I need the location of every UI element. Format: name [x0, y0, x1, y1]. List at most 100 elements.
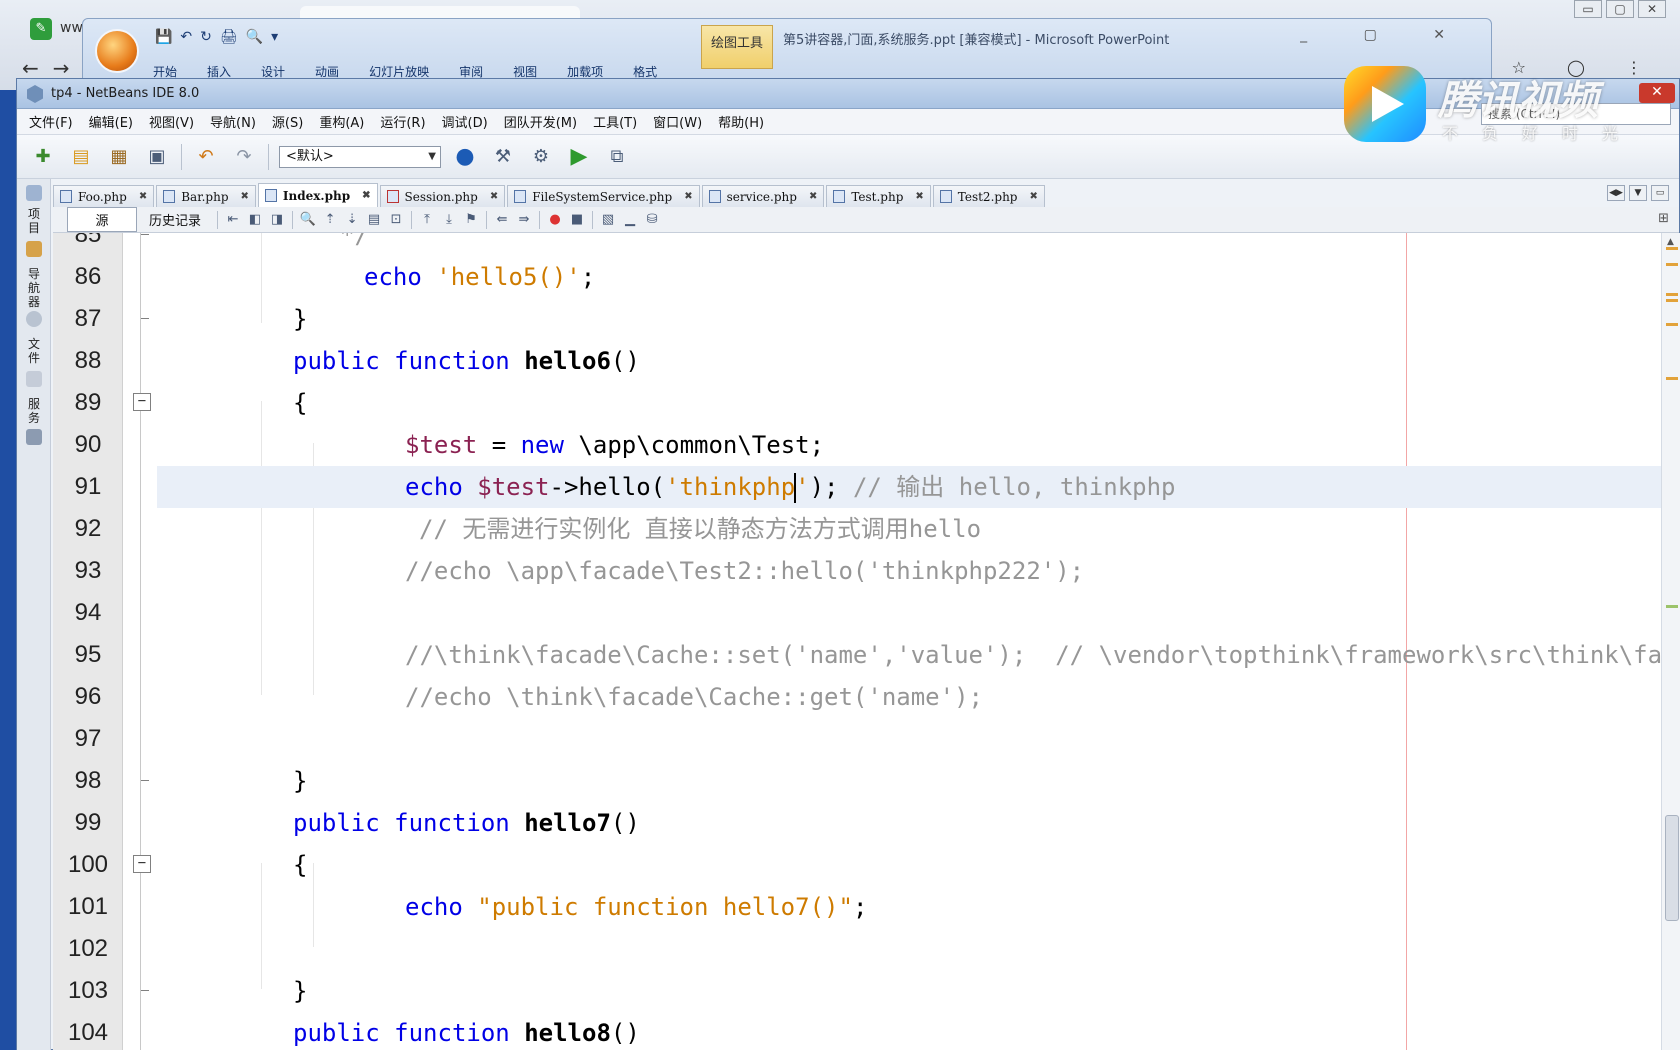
start-macro-icon[interactable]: ●	[544, 212, 566, 227]
find-previous-icon[interactable]: ⇡	[319, 212, 341, 227]
run-icon[interactable]: ▶	[565, 143, 593, 171]
tab-index-php[interactable]: Index.php ✖	[257, 183, 378, 207]
navigator-icon[interactable]	[26, 311, 42, 327]
scroll-tabs-left-icon[interactable]: ◀▶	[1607, 185, 1625, 201]
code-line[interactable]: 104 public function hello8()	[53, 1012, 1661, 1050]
services-icon[interactable]	[26, 429, 42, 445]
browser-globe-icon[interactable]: ●	[451, 143, 479, 171]
code-line[interactable]: 87 }	[53, 298, 1661, 340]
tab-foo-php[interactable]: Foo.php ✖	[53, 185, 155, 207]
menu-team[interactable]: 团队开发(M)	[502, 110, 579, 133]
comment-icon[interactable]: ▁	[619, 212, 641, 227]
menu-view[interactable]: 视图(V)	[147, 110, 196, 133]
code-line[interactable]: 99 public function hello7()	[53, 802, 1661, 844]
debug-icon[interactable]: ⧉	[603, 143, 631, 171]
search-input[interactable]: 搜索 (Ctrl+I)	[1481, 103, 1671, 125]
code-line[interactable]: 102	[53, 928, 1661, 970]
quick-access-toolbar[interactable]: 💾↶↻🖨🔍▾	[155, 29, 286, 45]
error-stripe-marker[interactable]	[1666, 377, 1678, 380]
error-stripe-marker[interactable]	[1666, 293, 1678, 296]
tab-session-php[interactable]: Session.php ✖	[379, 185, 506, 207]
menu-help[interactable]: 帮助(H)	[716, 110, 766, 133]
error-stripe-marker[interactable]	[1666, 247, 1678, 250]
browser-right-icons[interactable]: ☆ ◯ ⋮	[1512, 58, 1660, 77]
code-line[interactable]: 92 // 无需进行实例化 直接以静态方法方式调用hello	[53, 508, 1661, 550]
undo-icon[interactable]: ↶	[192, 143, 220, 171]
menu-debug[interactable]: 调试(D)	[440, 110, 490, 133]
close-icon[interactable]: ✖	[915, 191, 923, 202]
menu-run[interactable]: 运行(R)	[378, 110, 427, 133]
scroll-thumb[interactable]	[1665, 815, 1679, 921]
next-bookmark-icon[interactable]: ⤓	[438, 212, 460, 227]
code-line[interactable]: 89 − {	[53, 382, 1661, 424]
save-all-icon[interactable]: ▣	[143, 143, 171, 171]
menu-navigate[interactable]: 导航(N)	[208, 110, 258, 133]
menu-file[interactable]: 文件(F)	[27, 110, 75, 133]
shift-left-icon[interactable]: ⇚	[491, 212, 513, 227]
side-tab-projects[interactable]: 项目	[25, 207, 43, 235]
code-line[interactable]: 98 }	[53, 760, 1661, 802]
back-icon[interactable]: ◧	[244, 212, 266, 227]
code-line[interactable]: 86 echo 'hello5()';	[53, 256, 1661, 298]
scroll-up-icon[interactable]: ▲	[1667, 237, 1674, 247]
toggle-highlight-icon[interactable]: ▤	[363, 212, 385, 227]
close-icon[interactable]: ✖	[362, 190, 370, 201]
toggle-rect-selection-icon[interactable]: ⊡	[385, 212, 407, 227]
menu-source[interactable]: 源(S)	[270, 110, 305, 133]
menu-edit[interactable]: 编辑(E)	[87, 110, 135, 133]
close-icon[interactable]: ✕	[1638, 0, 1666, 18]
code-line[interactable]: 100 − {	[53, 844, 1661, 886]
tab-test-php[interactable]: Test.php ✖	[826, 185, 931, 207]
history-view-button[interactable]: 历史记录	[139, 208, 211, 231]
side-tab-navigator[interactable]: 导航器	[25, 267, 43, 309]
back-arrow-icon[interactable]: ←	[22, 56, 53, 80]
menu-tools[interactable]: 工具(T)	[591, 110, 639, 133]
projects-icon[interactable]	[26, 241, 42, 257]
code-line[interactable]: 88 public function hello6()	[53, 340, 1661, 382]
stop-macro-icon[interactable]: ■	[566, 212, 588, 227]
restore-window-icon[interactable]	[26, 185, 42, 201]
new-file-icon[interactable]: ✚	[29, 143, 57, 171]
tab-bar-php[interactable]: Bar.php ✖	[156, 185, 256, 207]
find-next-icon[interactable]: ⇣	[341, 212, 363, 227]
code-line[interactable]: 93 //echo \app\facade\Test2::hello('thin…	[53, 550, 1661, 592]
browser-tab[interactable]	[300, 6, 580, 18]
tab-service-php[interactable]: service.php ✖	[701, 185, 825, 207]
shift-right-icon[interactable]: ⇛	[513, 212, 535, 227]
new-project-icon[interactable]: ▤	[67, 143, 95, 171]
forward-arrow-icon[interactable]: →	[53, 56, 84, 80]
close-icon[interactable]: ✖	[490, 191, 498, 202]
code-line[interactable]: 91 echo $test->hello('thinkphp'); // 输出 …	[53, 466, 1661, 508]
find-icon[interactable]: 🔍	[297, 212, 319, 227]
show-opened-documents-icon[interactable]: ▼	[1629, 185, 1647, 201]
files-icon[interactable]	[26, 371, 42, 387]
tab-test2-php[interactable]: Test2.php ✖	[932, 185, 1045, 207]
build-hammer-icon[interactable]: ⚒	[489, 143, 517, 171]
error-stripe-marker[interactable]	[1666, 263, 1678, 266]
error-stripe-marker[interactable]	[1666, 299, 1678, 302]
menu-window[interactable]: 窗口(W)	[651, 110, 704, 133]
minimize-icon[interactable]: ▭	[1574, 0, 1602, 18]
code-line[interactable]: 97	[53, 718, 1661, 760]
error-stripe-marker[interactable]	[1666, 323, 1678, 326]
close-icon[interactable]: ✖	[809, 191, 817, 202]
close-icon[interactable]: ✖	[684, 191, 692, 202]
redo-icon[interactable]: ↷	[230, 143, 258, 171]
close-icon[interactable]: ✖	[241, 191, 249, 202]
code-line[interactable]: 95 //\think\facade\Cache::set('name','va…	[53, 634, 1661, 676]
close-icon[interactable]: ✖	[1029, 191, 1037, 202]
powerpoint-window-controls[interactable]: _ ▢ ✕	[1300, 27, 1471, 43]
close-button[interactable]: ✕	[1639, 83, 1675, 103]
close-icon[interactable]: ✖	[139, 191, 147, 202]
code-line[interactable]: 103 }	[53, 970, 1661, 1012]
maximize-editor-icon[interactable]: ▭	[1651, 185, 1669, 201]
change-stripe-marker[interactable]	[1666, 605, 1678, 608]
open-project-icon[interactable]: ▦	[105, 143, 133, 171]
menu-refactor[interactable]: 重构(A)	[317, 110, 366, 133]
editor-scrollbar[interactable]: ▲	[1661, 233, 1680, 1050]
office-button-icon[interactable]	[95, 29, 139, 73]
code-line[interactable]: 90 $test = new \app\common\Test;	[53, 424, 1661, 466]
maximize-icon[interactable]: ▢	[1606, 0, 1634, 18]
code-line[interactable]: 85 */	[53, 233, 1661, 256]
side-tab-files[interactable]: 文件	[25, 337, 43, 365]
